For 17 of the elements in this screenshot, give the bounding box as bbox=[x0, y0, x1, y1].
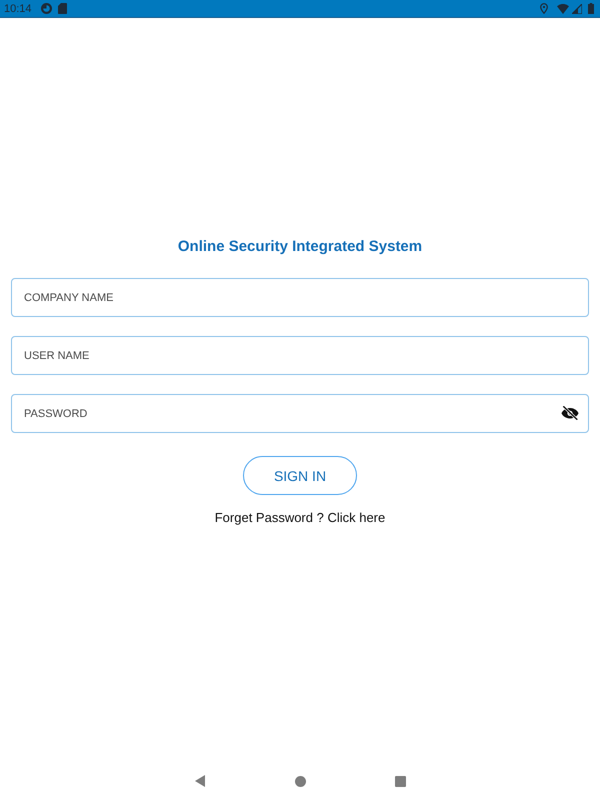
status-time: 10:14 bbox=[4, 2, 32, 14]
pie-chart-icon bbox=[40, 3, 52, 14]
signal-icon bbox=[572, 4, 582, 14]
input-field[interactable]: COMPANY NAME bbox=[11, 278, 589, 317]
sign-in-button[interactable]: SIGN IN bbox=[243, 456, 357, 495]
location-icon bbox=[540, 3, 548, 14]
wifi-icon bbox=[557, 4, 569, 14]
input-field[interactable]: USER NAME bbox=[11, 336, 589, 375]
forgot-password-link[interactable]: Forget Password ? Click here bbox=[214, 510, 386, 526]
app-title: Online Security Integrated System bbox=[178, 238, 422, 255]
recents-icon[interactable] bbox=[394, 776, 406, 786]
back-icon[interactable] bbox=[195, 775, 205, 787]
battery-icon bbox=[588, 3, 594, 14]
input-field[interactable]: PASSWORD bbox=[11, 394, 589, 433]
home-icon[interactable] bbox=[294, 776, 306, 786]
sd-card-icon bbox=[58, 3, 67, 14]
eye-off-icon[interactable] bbox=[561, 406, 579, 420]
